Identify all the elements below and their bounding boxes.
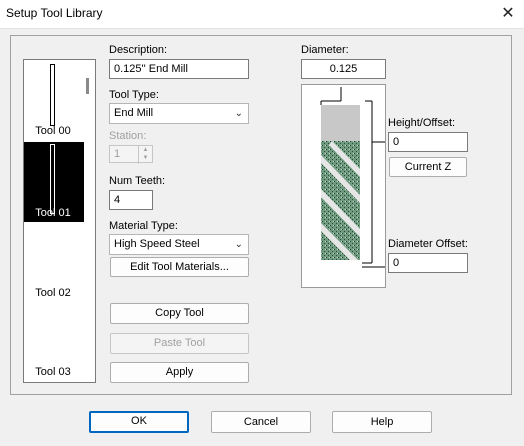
tool-item-label: Tool 01 (35, 207, 71, 219)
tool-01-shape-icon (50, 144, 55, 214)
height-offset-input[interactable]: 0 (388, 132, 468, 152)
tool-00-shape-icon (50, 64, 55, 126)
window-title: Setup Tool Library (6, 6, 103, 20)
end-mill-drawing-icon (320, 87, 385, 268)
tool-type-value: End Mill (114, 107, 154, 119)
chevron-down-icon: ⌄ (234, 108, 243, 119)
num-teeth-label: Num Teeth: (109, 175, 166, 187)
diameter-input[interactable]: 0.125 (301, 59, 386, 79)
tool-preview-panel (301, 84, 386, 288)
chevron-down-icon: ⌄ (234, 239, 243, 250)
diameter-label: Diameter: (301, 44, 349, 56)
tool-item-01[interactable]: Tool 01 (24, 142, 86, 222)
apply-button[interactable]: Apply (110, 362, 249, 383)
tool-item-label: Tool 03 (35, 366, 71, 378)
current-z-button[interactable]: Current Z (389, 157, 467, 177)
spinner-arrows-icon: ▲ ▼ (138, 146, 152, 164)
station-spinner: 1 ▲ ▼ (109, 145, 153, 164)
paste-tool-button: Paste Tool (110, 333, 249, 354)
material-type-value: High Speed Steel (114, 238, 200, 250)
num-teeth-input[interactable]: 4 (109, 190, 153, 210)
tool-item-03[interactable]: Tool 03 (24, 301, 86, 381)
material-type-label: Material Type: (109, 220, 178, 232)
scrollbar-thumb[interactable] (86, 78, 89, 94)
station-label: Station: (109, 130, 147, 142)
description-input[interactable]: 0.125'' End Mill (109, 59, 249, 79)
tool-item-label: Tool 02 (35, 287, 71, 299)
tool-item-label: Tool 00 (35, 125, 71, 137)
help-button[interactable]: Help (332, 411, 432, 433)
material-type-select[interactable]: High Speed Steel ⌄ (109, 234, 249, 255)
diameter-offset-label: Diameter Offset: (388, 238, 468, 250)
ok-button[interactable]: OK (89, 411, 189, 433)
tool-item-00[interactable]: Tool 00 (24, 60, 86, 140)
station-value: 1 (114, 148, 121, 160)
tool-shank-shape (321, 105, 360, 141)
copy-tool-button[interactable]: Copy Tool (110, 303, 249, 324)
tool-type-label: Tool Type: (109, 89, 159, 101)
height-offset-label: Height/Offset: (388, 117, 456, 129)
edit-tool-materials-button[interactable]: Edit Tool Materials... (110, 257, 249, 277)
tool-item-02[interactable]: Tool 02 (24, 222, 86, 302)
diameter-offset-input[interactable]: 0 (388, 253, 468, 273)
description-label: Description: (109, 44, 168, 56)
cancel-button[interactable]: Cancel (211, 411, 311, 433)
tool-list-scrollbar[interactable] (84, 60, 94, 382)
close-icon[interactable]: ✕ (492, 0, 524, 28)
tool-type-select[interactable]: End Mill ⌄ (109, 103, 249, 124)
